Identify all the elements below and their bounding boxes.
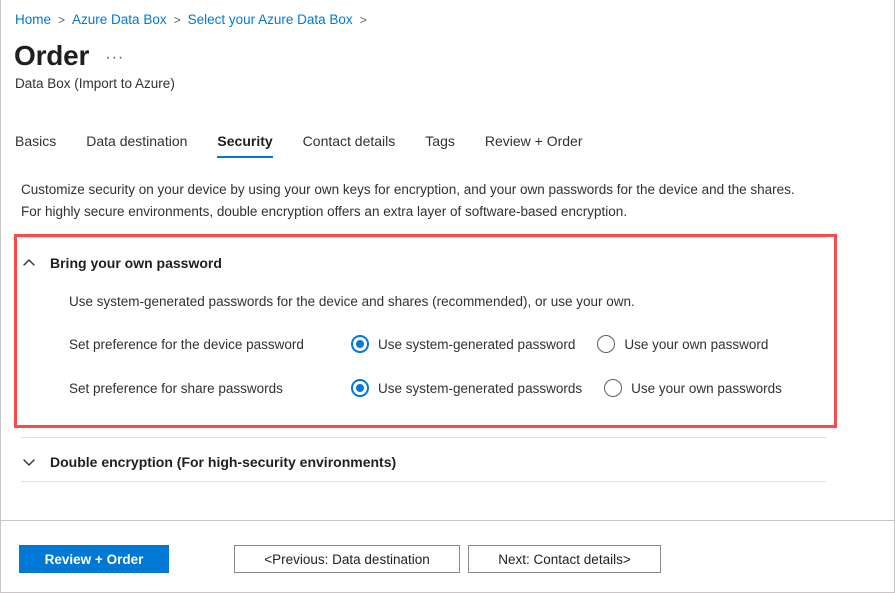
section-bring-your-own-password[interactable]: Bring your own password — [21, 246, 826, 280]
radio-mark-unselected-icon[interactable] — [597, 335, 615, 353]
radio-group-device-password: Use system-generated password Use your o… — [351, 335, 768, 353]
section-header-bring-your-own-password[interactable]: Bring your own password — [21, 246, 826, 280]
breadcrumb-item-select-your-azure-data-box[interactable]: Select your Azure Data Box — [188, 12, 353, 27]
breadcrumb-item-home[interactable]: Home — [15, 12, 51, 27]
radio-mark-selected-icon[interactable] — [351, 335, 369, 353]
preference-label-device-password: Set preference for the device password — [69, 337, 351, 352]
tab-data-destination[interactable]: Data destination — [86, 133, 187, 158]
footer-action-bar: Review + Order <Previous: Data destinati… — [1, 521, 894, 592]
tab-contact-details[interactable]: Contact details — [303, 133, 396, 158]
review-order-button[interactable]: Review + Order — [19, 545, 169, 573]
preference-label-share-passwords: Set preference for share passwords — [69, 381, 351, 396]
tab-basics[interactable]: Basics — [15, 133, 56, 158]
breadcrumb-separator-icon: > — [58, 13, 65, 27]
section-double-encryption[interactable]: Double encryption (For high-security env… — [21, 445, 826, 479]
section-divider-middle — [21, 437, 826, 438]
radio-group-share-passwords: Use system-generated passwords Use your … — [351, 379, 782, 397]
breadcrumb-item-azure-data-box[interactable]: Azure Data Box — [72, 12, 167, 27]
radio-mark-selected-icon[interactable] — [351, 379, 369, 397]
wizard-tabs: Basics Data destination Security Contact… — [15, 133, 583, 158]
radio-label-use-system-generated-passwords: Use system-generated passwords — [378, 381, 582, 396]
radio-option-use-your-own-passwords[interactable]: Use your own passwords — [604, 379, 782, 397]
section-header-double-encryption[interactable]: Double encryption (For high-security env… — [21, 445, 826, 479]
tab-review-order[interactable]: Review + Order — [485, 133, 583, 158]
tab-tags[interactable]: Tags — [425, 133, 455, 158]
radio-label-use-system-generated-password: Use system-generated password — [378, 337, 575, 352]
section-title-bring-your-own-password: Bring your own password — [50, 255, 222, 271]
section-title-double-encryption: Double encryption (For high-security env… — [50, 454, 396, 470]
page-subtitle: Data Box (Import to Azure) — [15, 76, 175, 91]
breadcrumb-separator-icon: > — [174, 13, 181, 27]
tab-security[interactable]: Security — [217, 133, 272, 158]
more-options-icon[interactable]: ··· — [105, 49, 124, 67]
radio-label-use-your-own-passwords: Use your own passwords — [631, 381, 782, 396]
radio-option-use-system-generated-password[interactable]: Use system-generated password — [351, 335, 575, 353]
security-description: Customize security on your device by usi… — [21, 179, 796, 223]
radio-mark-unselected-icon[interactable] — [604, 379, 622, 397]
section-divider-bottom — [21, 481, 826, 482]
breadcrumb: Home > Azure Data Box > Select your Azur… — [15, 12, 374, 27]
chevron-down-icon — [21, 454, 37, 470]
radio-label-use-your-own-password: Use your own password — [624, 337, 768, 352]
previous-data-destination-button[interactable]: <Previous: Data destination — [234, 545, 460, 573]
page-title: Order — [14, 40, 89, 72]
order-blade: Home > Azure Data Box > Select your Azur… — [0, 0, 895, 593]
breadcrumb-separator-icon: > — [360, 13, 367, 27]
radio-option-use-system-generated-passwords[interactable]: Use system-generated passwords — [351, 379, 582, 397]
radio-option-use-your-own-password[interactable]: Use your own password — [597, 335, 768, 353]
next-contact-details-button[interactable]: Next: Contact details> — [468, 545, 661, 573]
preference-row-share-passwords: Set preference for share passwords Use s… — [69, 377, 782, 399]
password-hint-text: Use system-generated passwords for the d… — [69, 294, 635, 309]
chevron-up-icon — [21, 255, 37, 271]
section-divider-top — [21, 237, 826, 238]
page-title-row: Order ··· — [14, 40, 124, 72]
preference-row-device-password: Set preference for the device password U… — [69, 333, 768, 355]
